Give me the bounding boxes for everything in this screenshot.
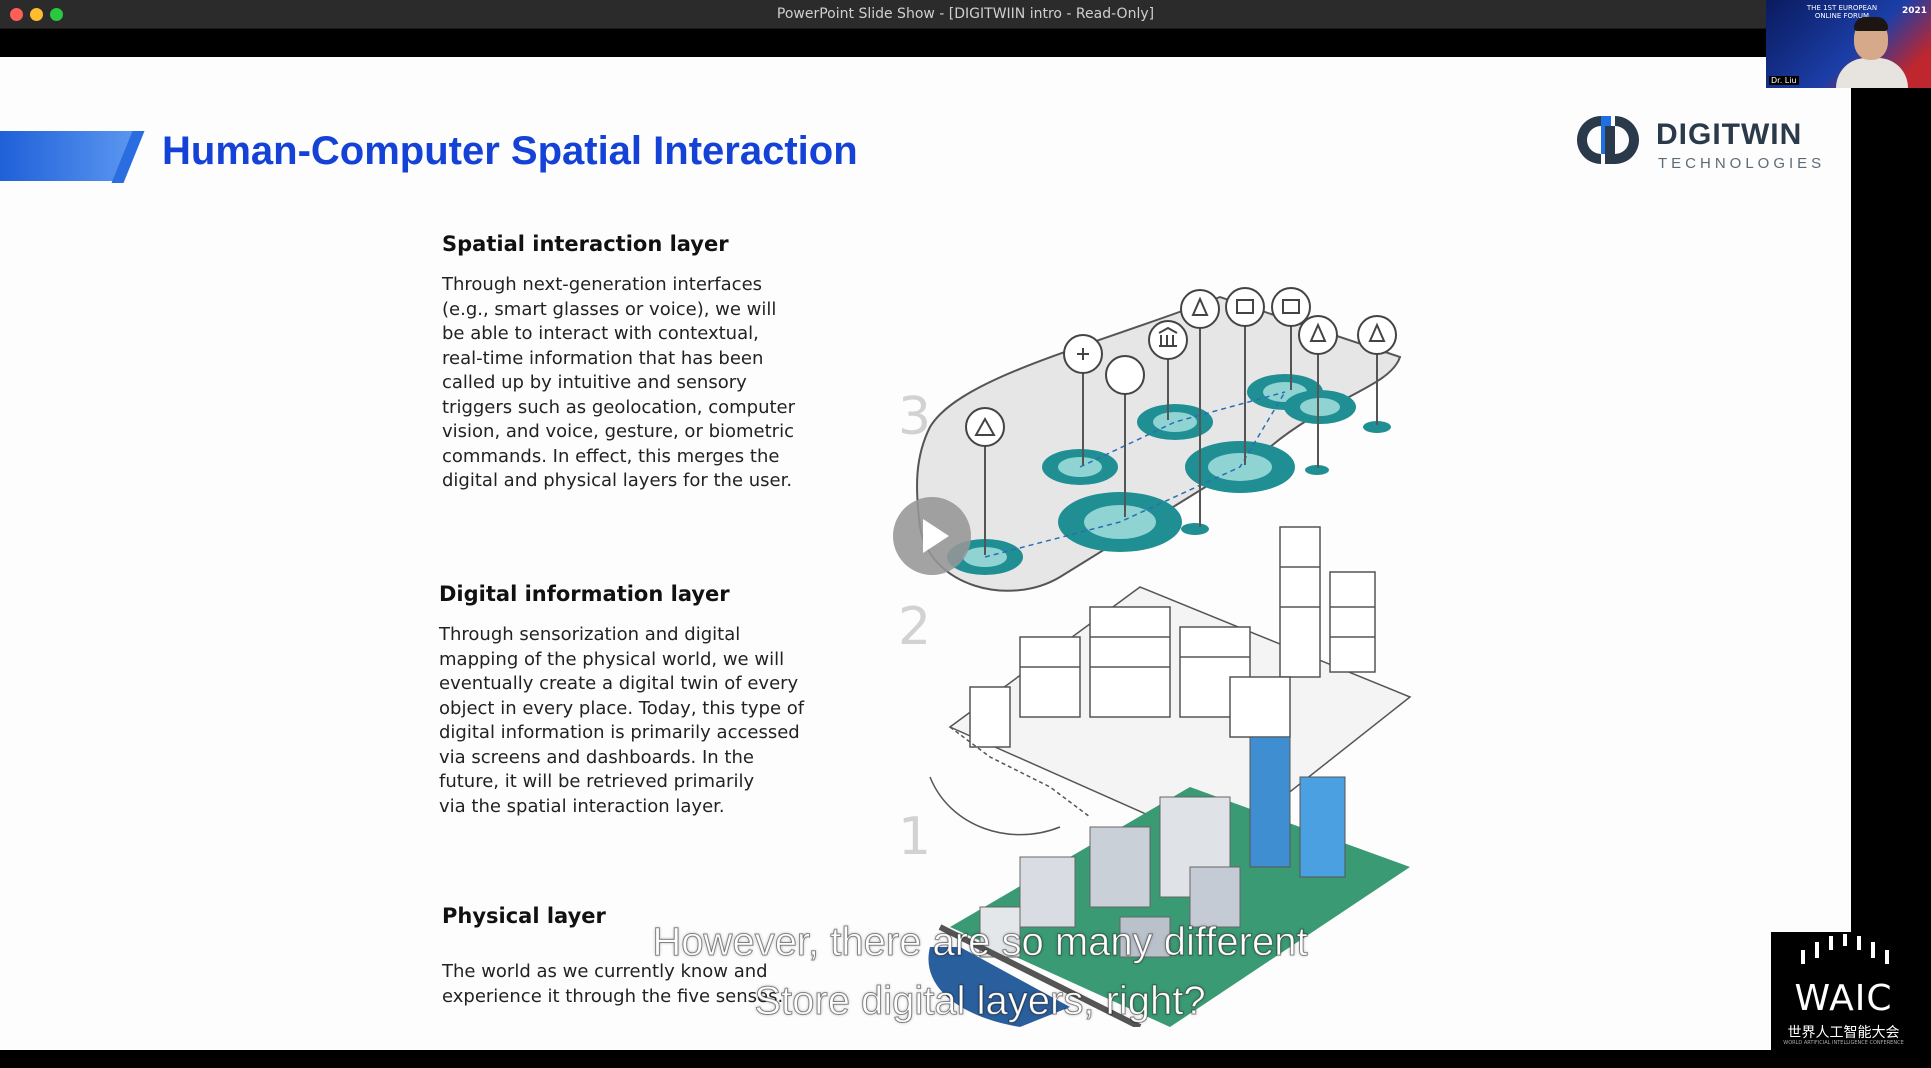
speaker-webcam: THE 1ST EUROPEAN ONLINE FORUM 2021 Dr. L… (1766, 0, 1931, 88)
digitwin-logo: DIGITWIN TECHNOLOGIES (1567, 114, 1827, 174)
waic-logo-icon (1801, 934, 1889, 964)
window-title: PowerPoint Slide Show - [DIGITWIIN intro… (776, 6, 1155, 22)
text-line: digital and physical layers for the user… (442, 470, 793, 491)
play-button[interactable] (893, 497, 971, 575)
text-line: triggers such as geolocation, computer (442, 396, 796, 418)
text-line: future, it will be retrieved primarily (439, 771, 755, 792)
speaker-body (1836, 58, 1908, 88)
text-line: mapping of the physical world, we will (439, 648, 785, 670)
text-line: eventually create a digital twin of ever… (439, 673, 799, 694)
digitwin-logo-icon (1577, 116, 1639, 164)
text-line: Through next-generation interfaces (442, 274, 763, 295)
logo-wordmark: DIGITWIN (1656, 118, 1803, 151)
stadium-icon (1105, 355, 1145, 395)
subtitle-line-1: However, there are so many different (652, 920, 1308, 965)
subtitle-line-2: Store digital layers, right? (754, 979, 1206, 1024)
waic-logo: WAIC 世界人工智能大会 WORLD ARTIFICIAL INTELLIGE… (1771, 932, 1916, 1050)
waic-chinese-name: 世界人工智能大会 (1787, 1025, 1900, 1041)
text-line: real-time information that has been (442, 347, 764, 369)
speaker-hair (1854, 17, 1888, 31)
heading-digital-information-layer: Digital information layer (439, 582, 730, 606)
tree-icon (1180, 289, 1220, 329)
slide[interactable]: Human-Computer Spatial Interaction DIGIT… (0, 57, 1851, 1050)
tree-icon (1357, 315, 1397, 355)
webcam-name-tag: Dr. Liu (1769, 76, 1799, 85)
webcam-year: 2021 (1901, 6, 1927, 16)
text-line: digital information is primarily accesse… (439, 722, 800, 743)
waic-english-name: WORLD ARTIFICIAL INTELLIGENCE CONFERENCE (1783, 1040, 1904, 1046)
sailboat-icon (965, 407, 1005, 447)
spatial-interaction-plate (916, 287, 1402, 592)
text-line: Through sensorization and digital (439, 624, 741, 645)
play-icon (923, 519, 949, 553)
waic-wordmark: WAIC (1794, 978, 1893, 1019)
text-line: (e.g., smart glasses or voice), we will (442, 298, 777, 320)
window-titlebar: PowerPoint Slide Show - [DIGITWIIN intro… (0, 0, 1931, 29)
tree-icon (1298, 315, 1338, 355)
text-line: object in every place. Today, this type … (439, 697, 805, 719)
text-line: commands. In effect, this merges the (442, 445, 780, 467)
heading-spatial-interaction-layer: Spatial interaction layer (442, 232, 729, 256)
logo-subtitle: TECHNOLOGIES (1658, 155, 1826, 172)
text-line: vision, and voice, gesture, or biometric (442, 421, 794, 442)
slide-title: Human-Computer Spatial Interaction (162, 129, 858, 173)
smart-city-layers-illustration (916, 287, 1412, 1027)
paragraph-digital-information-layer: Through sensorization and digital mappin… (439, 623, 804, 819)
text-line: via the spatial interaction layer. (439, 795, 725, 817)
building-icon (1271, 287, 1311, 327)
text-line: called up by intuitive and sensory (442, 372, 747, 393)
text-line: be able to interact with contextual, (442, 323, 759, 344)
paragraph-spatial-interaction-layer: Through next-generation interfaces (e.g.… (442, 273, 795, 494)
building-icon (1225, 287, 1265, 327)
text-line: via screens and dashboards. In the (439, 746, 754, 768)
